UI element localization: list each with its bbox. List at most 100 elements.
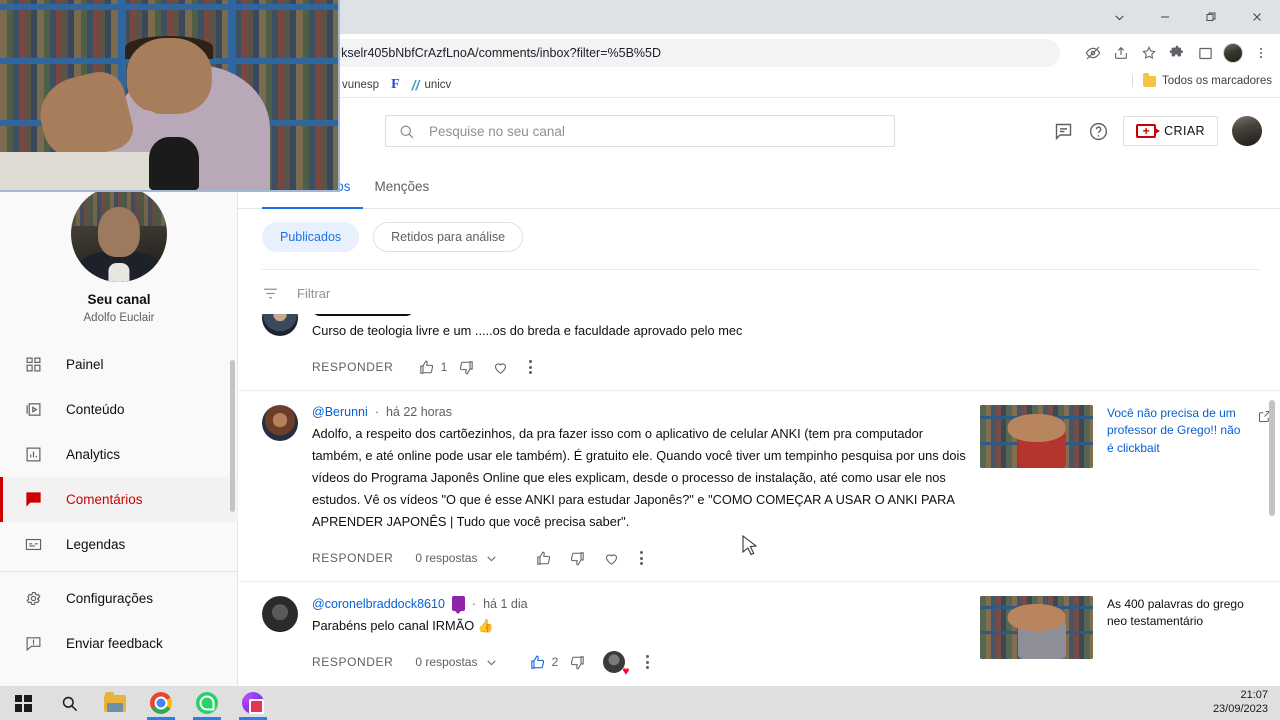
taskbar-search-button[interactable] bbox=[46, 686, 92, 720]
creator-heart-reaction[interactable] bbox=[594, 649, 634, 677]
chrome-menu-kebab-icon[interactable] bbox=[1248, 40, 1274, 66]
chrome-taskbar-button[interactable] bbox=[138, 686, 184, 720]
replies-toggle[interactable]: 0 respostas bbox=[415, 655, 498, 669]
windows-logo-icon bbox=[14, 694, 32, 712]
minimize-button[interactable] bbox=[1142, 0, 1188, 34]
screen: UCUkselr405bNbfCrAzfLnoA/comments/inbox?… bbox=[0, 0, 1280, 720]
sidebar-item-analytics[interactable]: Analytics bbox=[0, 432, 238, 477]
like-button[interactable]: 2 bbox=[526, 649, 560, 675]
folder-icon bbox=[104, 691, 126, 712]
help-circle-icon[interactable] bbox=[1088, 121, 1109, 142]
taskbar-clock[interactable]: 21:07 23/09/2023 bbox=[1213, 686, 1268, 720]
dislike-button[interactable] bbox=[560, 545, 594, 571]
create-button[interactable]: + CRIAR bbox=[1123, 116, 1218, 146]
sidebar-scrollbar[interactable] bbox=[230, 360, 235, 512]
clock-date: 23/09/2023 bbox=[1212, 703, 1268, 715]
share-icon[interactable] bbox=[1108, 40, 1134, 66]
bookmark-unicv[interactable]: // unicv bbox=[406, 75, 458, 95]
dislike-button[interactable] bbox=[449, 354, 483, 380]
comment-avatar[interactable] bbox=[262, 314, 298, 336]
star-icon[interactable] bbox=[1136, 40, 1162, 66]
sidebar-divider bbox=[0, 571, 238, 572]
reply-button[interactable]: RESPONDER bbox=[312, 360, 393, 374]
reply-button[interactable]: RESPONDER bbox=[312, 655, 393, 669]
content-play-icon bbox=[22, 399, 44, 421]
chip-retidos-para-analise[interactable]: Retidos para análise bbox=[373, 222, 524, 252]
like-button[interactable] bbox=[526, 545, 560, 571]
like-count: 2 bbox=[551, 655, 559, 669]
address-bar[interactable]: UCUkselr405bNbfCrAzfLnoA/comments/inbox?… bbox=[300, 39, 1060, 67]
search-icon bbox=[400, 125, 414, 138]
filter-icon bbox=[264, 288, 277, 299]
dashboard-icon bbox=[22, 354, 44, 376]
chip-publicados[interactable]: Publicados bbox=[262, 222, 360, 252]
recorder-taskbar-button[interactable] bbox=[230, 686, 276, 720]
comment-text: Adolfo, a respeito dos cartõezinhos, da … bbox=[312, 426, 966, 529]
sidebar-item-enviar-feedback[interactable]: Enviar feedback bbox=[0, 621, 238, 666]
bookmark-vunesp[interactable]: vunesp bbox=[336, 77, 385, 93]
close-button[interactable] bbox=[1234, 0, 1280, 34]
create-button-label: CRIAR bbox=[1164, 124, 1205, 138]
comment-actions: RESPONDER 0 respostas 2 bbox=[312, 649, 966, 677]
extensions-icon[interactable] bbox=[1164, 40, 1190, 66]
comment-body: @AdolfoEuclair · há 13 horas Curso de te… bbox=[298, 314, 980, 380]
comment-avatar[interactable] bbox=[262, 405, 298, 441]
sidebar-item-legendas[interactable]: Legendas bbox=[0, 522, 238, 567]
comment-video[interactable]: As 400 palavras do grego neo testamentár… bbox=[980, 596, 1280, 686]
comments-content: Comentários Menções Publicados Retidos p… bbox=[238, 164, 1280, 686]
bookmark-f[interactable]: F bbox=[385, 75, 406, 95]
comment-avatar[interactable] bbox=[262, 596, 298, 632]
eye-off-icon[interactable] bbox=[1080, 40, 1106, 66]
sidebar-item-conteudo[interactable]: Conteúdo bbox=[0, 387, 238, 432]
sidebar-item-comentarios[interactable]: Comentários bbox=[0, 477, 238, 522]
comment-author[interactable]: @Berunni bbox=[312, 405, 368, 419]
all-bookmarks-button[interactable]: Todos os marcadores bbox=[1132, 72, 1272, 87]
video-title[interactable]: Você não precisa de um professor de Greg… bbox=[1107, 405, 1250, 571]
toolbar-icon-group bbox=[1080, 38, 1274, 68]
comments-scrollbar[interactable] bbox=[1269, 400, 1275, 516]
video-title[interactable]: As 400 palavras do grego neo testamentár… bbox=[1107, 596, 1250, 686]
microphone bbox=[148, 136, 200, 190]
gear-icon bbox=[22, 588, 44, 610]
sidebar-item-label: Configurações bbox=[66, 591, 154, 606]
account-avatar[interactable] bbox=[1232, 116, 1262, 146]
whatsapp-taskbar-button[interactable] bbox=[184, 686, 230, 720]
channel-avatar[interactable] bbox=[71, 186, 167, 282]
start-button[interactable] bbox=[0, 686, 46, 720]
comment-more-kebab-icon[interactable] bbox=[517, 360, 543, 374]
tab-search-chevron-icon[interactable] bbox=[1096, 0, 1142, 34]
video-thumbnail[interactable] bbox=[980, 596, 1093, 659]
comment-body: @coronelbraddock8610 · há 1 dia Parabéns… bbox=[298, 596, 980, 686]
file-explorer-button[interactable] bbox=[92, 686, 138, 720]
sidebar-item-configuracoes[interactable]: Configurações bbox=[0, 576, 238, 621]
filter-bar[interactable]: Filtrar bbox=[262, 269, 1260, 309]
comment-more-kebab-icon[interactable] bbox=[634, 655, 660, 669]
content-tabs: Comentários Menções bbox=[238, 164, 1280, 209]
comment-more-kebab-icon[interactable] bbox=[628, 551, 654, 565]
reply-button[interactable]: RESPONDER bbox=[312, 551, 393, 565]
dislike-button[interactable] bbox=[560, 649, 594, 675]
browser-profile-avatar[interactable] bbox=[1220, 40, 1246, 66]
address-bar-url: UCUkselr405bNbfCrAzfLnoA/comments/inbox?… bbox=[314, 46, 662, 60]
comment-author[interactable]: @AdolfoEuclair bbox=[312, 314, 415, 316]
heart-button[interactable] bbox=[483, 354, 517, 380]
comment-time: há 13 horas bbox=[433, 314, 499, 315]
comments-icon bbox=[22, 489, 44, 511]
comment-video[interactable]: Você não precisa de um professor de Greg… bbox=[980, 405, 1280, 571]
feedback-comment-icon[interactable] bbox=[1053, 121, 1074, 142]
sidebar-item-label: Comentários bbox=[66, 492, 143, 507]
tab-label: Menções bbox=[374, 179, 430, 194]
comment-author[interactable]: @coronelbraddock8610 bbox=[312, 597, 445, 611]
tab-mencoes[interactable]: Menções bbox=[363, 164, 442, 209]
sidebar-item-painel[interactable]: Painel bbox=[0, 342, 238, 387]
like-button[interactable]: 1 bbox=[415, 354, 449, 380]
maximize-restore-button[interactable] bbox=[1188, 0, 1234, 34]
whatsapp-icon bbox=[196, 692, 218, 714]
comment-actions: RESPONDER 0 respostas bbox=[312, 545, 966, 571]
search-input[interactable]: Pesquise no seu canal bbox=[385, 115, 895, 147]
video-thumbnail[interactable] bbox=[980, 405, 1093, 468]
heart-button[interactable] bbox=[594, 545, 628, 571]
side-panel-icon[interactable] bbox=[1192, 40, 1218, 66]
replies-toggle[interactable]: 0 respostas bbox=[415, 551, 498, 565]
clock-time: 21:07 bbox=[1240, 689, 1268, 702]
